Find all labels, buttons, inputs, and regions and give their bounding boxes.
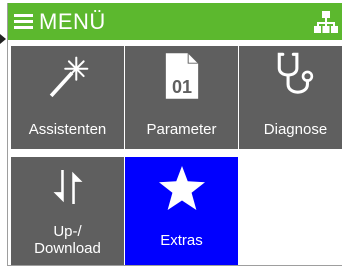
star-icon [158, 165, 205, 211]
tile-parameter[interactable]: 01 Parameter [125, 46, 238, 149]
tile-label: Assistenten [28, 121, 107, 138]
tile-assistenten[interactable]: Assistenten [11, 46, 124, 149]
svg-text:01: 01 [171, 77, 191, 97]
tile-label: Parameter [146, 121, 217, 138]
magic-wand-icon [49, 56, 88, 98]
tile-diagnose[interactable]: Diagnose [239, 46, 342, 149]
menu-title: MENÜ [39, 9, 106, 34]
stethoscope-icon [277, 52, 313, 94]
tile-extras[interactable]: Extras [125, 157, 238, 265]
tile-up-download[interactable]: Up-/ Download [11, 157, 124, 265]
up-down-arrows-icon [53, 170, 82, 204]
sitemap-icon[interactable] [314, 10, 338, 34]
tile-label-line2: Download [34, 240, 101, 257]
tile-label: Extras [160, 232, 203, 249]
document-01-icon: 01 [165, 53, 198, 99]
menu-header: MENÜ [8, 3, 342, 40]
selection-pointer [0, 34, 6, 44]
hamburger-icon[interactable] [14, 14, 33, 29]
tile-label: Diagnose [263, 121, 328, 138]
tile-label-line1: Up-/ [53, 223, 82, 240]
menu-window: MENÜ Assistenten 01 Parameter Diagnose U… [7, 3, 342, 266]
